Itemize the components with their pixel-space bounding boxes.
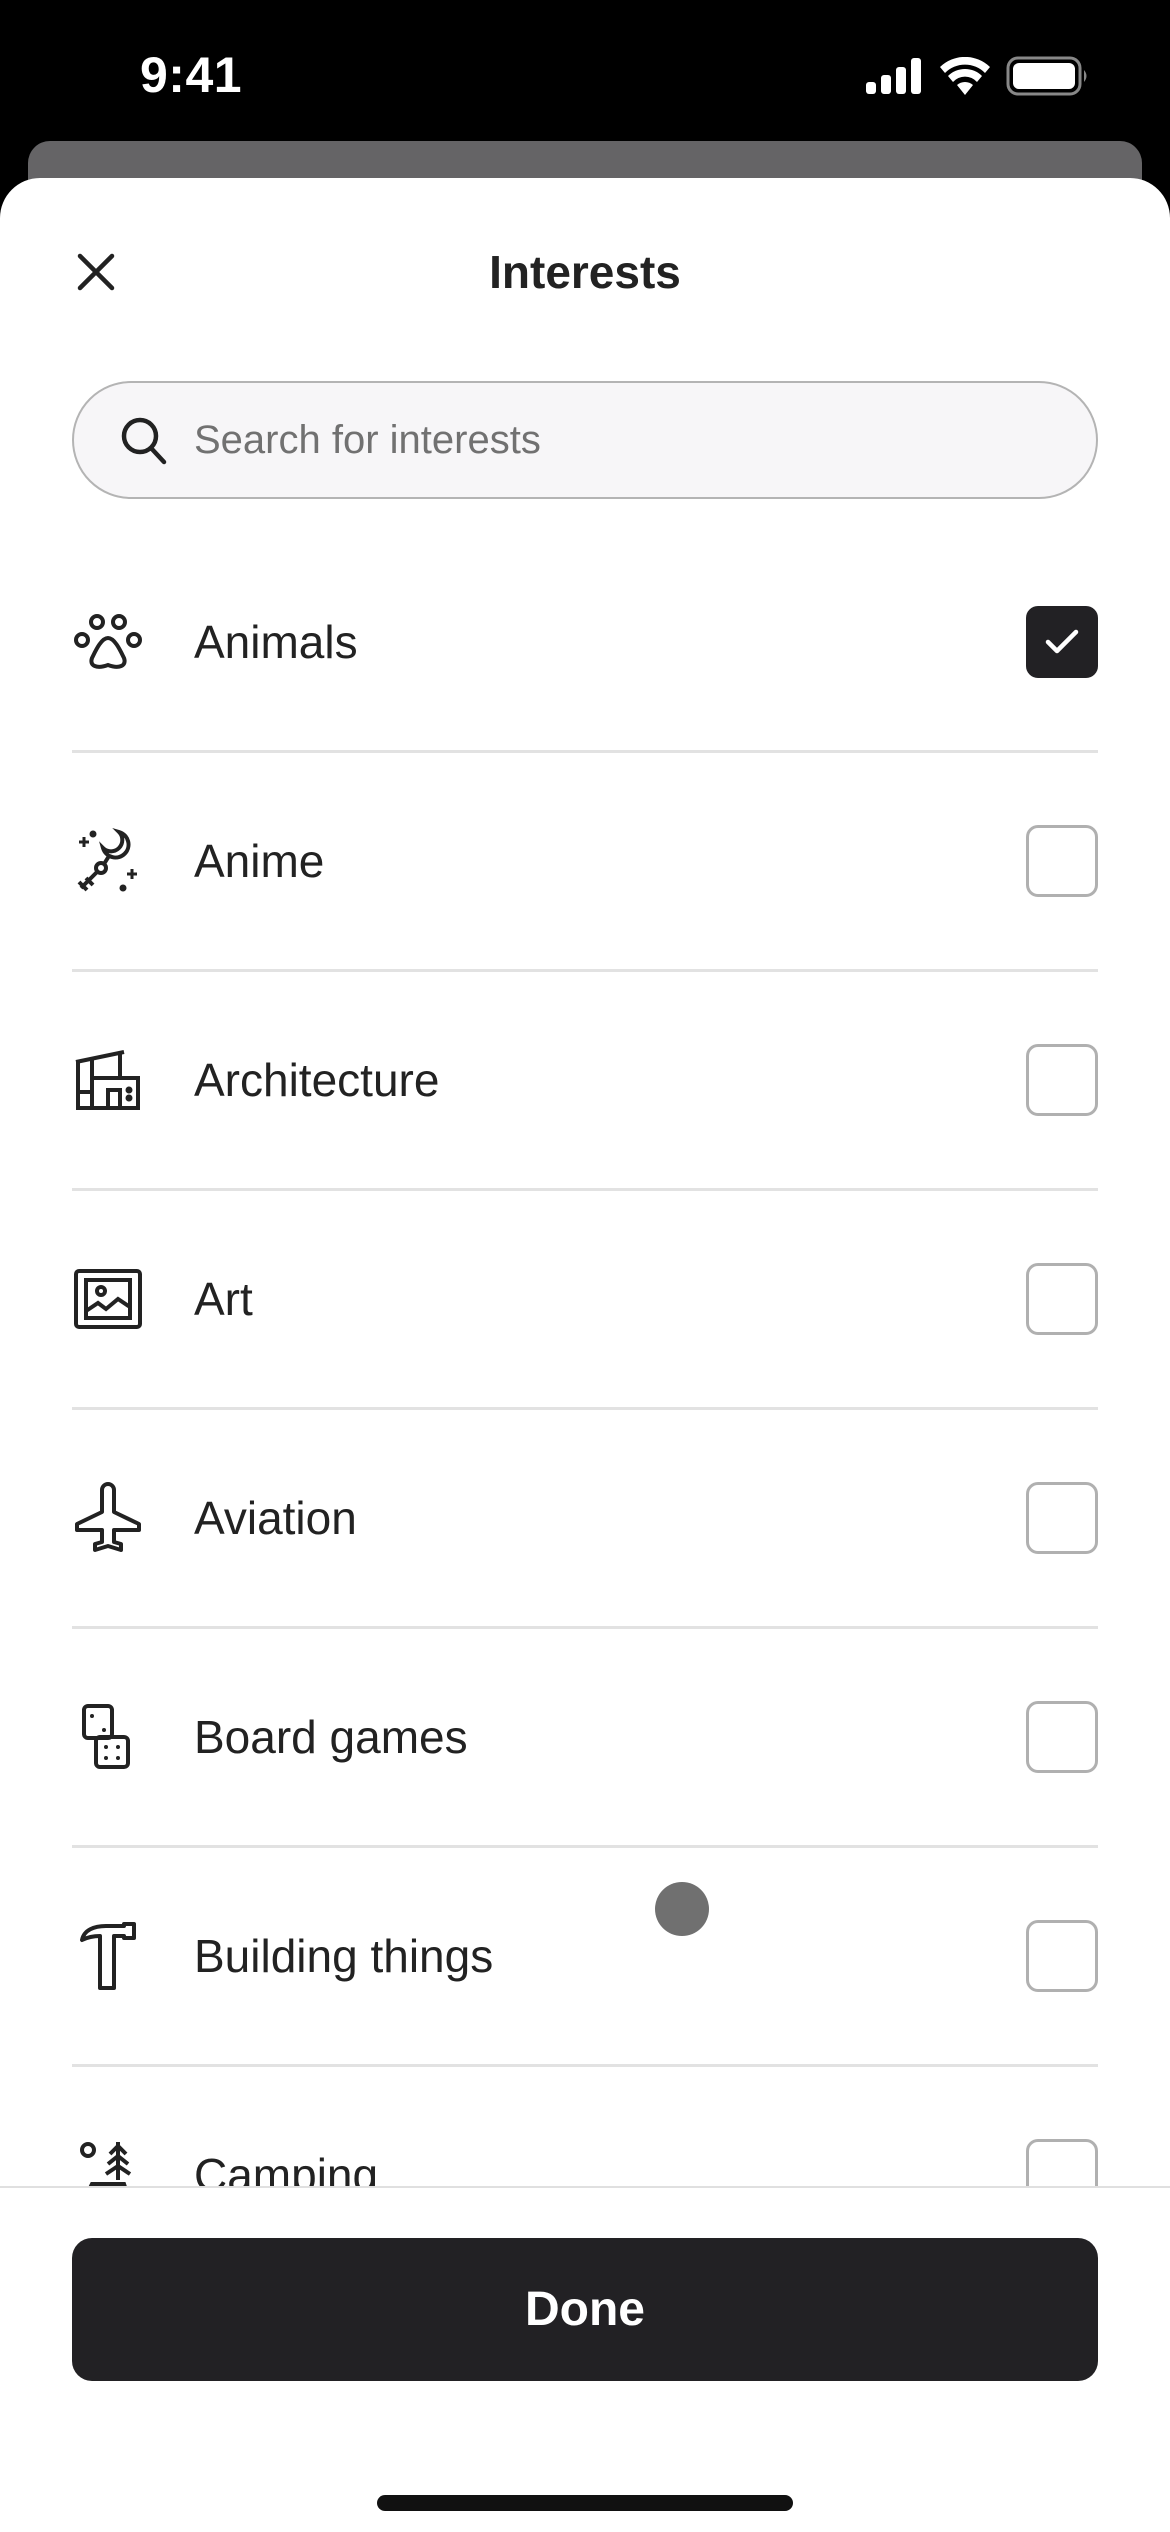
interest-checkbox[interactable] [1026, 1920, 1098, 1992]
checkmark-icon [1045, 629, 1079, 654]
search-field[interactable] [72, 381, 1098, 499]
interest-row-board-games[interactable]: Board games [72, 1629, 1098, 1848]
interest-row-architecture[interactable]: Architecture [72, 972, 1098, 1191]
interest-row-camping[interactable]: Camping [72, 2067, 1098, 2189]
sheet-header: Interests [0, 178, 1170, 368]
interest-checkbox[interactable] [1026, 825, 1098, 897]
interest-checkbox[interactable] [1026, 1701, 1098, 1773]
paw-icon [72, 606, 144, 678]
touch-indicator [655, 1882, 709, 1936]
magic-wand-moon-icon [72, 825, 144, 897]
search-icon [121, 417, 167, 465]
sheet-footer: Done [0, 2186, 1170, 2532]
done-button[interactable]: Done [72, 2238, 1098, 2381]
interests-list[interactable]: Animals Anime Architecture Art Aviation … [0, 534, 1170, 2189]
interest-row-building-things[interactable]: Building things [72, 1848, 1098, 2067]
interest-label: Art [194, 1273, 253, 1325]
interest-label: Architecture [194, 1054, 440, 1106]
interest-checkbox[interactable] [1026, 1482, 1098, 1554]
framed-picture-icon [72, 1263, 144, 1335]
interest-checkbox[interactable] [1026, 2139, 1098, 2189]
wifi-icon [940, 57, 990, 95]
interest-row-art[interactable]: Art [72, 1191, 1098, 1410]
hammer-icon [72, 1920, 144, 1992]
interest-checkbox[interactable] [1026, 1263, 1098, 1335]
interest-label: Board games [194, 1711, 468, 1763]
cellular-signal-icon [866, 58, 921, 94]
status-bar: 9:41 [0, 0, 1170, 140]
sheet-title: Interests [489, 246, 681, 298]
interest-label: Aviation [194, 1492, 357, 1544]
interests-sheet: Interests Animals [0, 178, 1170, 2532]
interest-row-anime[interactable]: Anime [72, 753, 1098, 972]
dice-icon [72, 1701, 144, 1773]
interest-row-aviation[interactable]: Aviation [72, 1410, 1098, 1629]
building-icon [72, 1044, 144, 1116]
interest-label: Building things [194, 1930, 494, 1982]
interest-label: Animals [194, 616, 358, 668]
interest-label: Camping [194, 2149, 379, 2189]
interest-checkbox[interactable] [1026, 606, 1098, 678]
interest-row-animals[interactable]: Animals [72, 534, 1098, 753]
status-time: 9:41 [140, 47, 243, 103]
camping-tent-tree-icon [72, 2139, 144, 2189]
battery-icon [1006, 56, 1087, 96]
status-icons [866, 56, 1090, 96]
interest-checkbox[interactable] [1026, 1044, 1098, 1116]
home-indicator[interactable] [377, 2495, 793, 2511]
search-input[interactable] [194, 417, 1096, 463]
airplane-icon [72, 1482, 144, 1554]
interest-label: Anime [194, 835, 325, 887]
